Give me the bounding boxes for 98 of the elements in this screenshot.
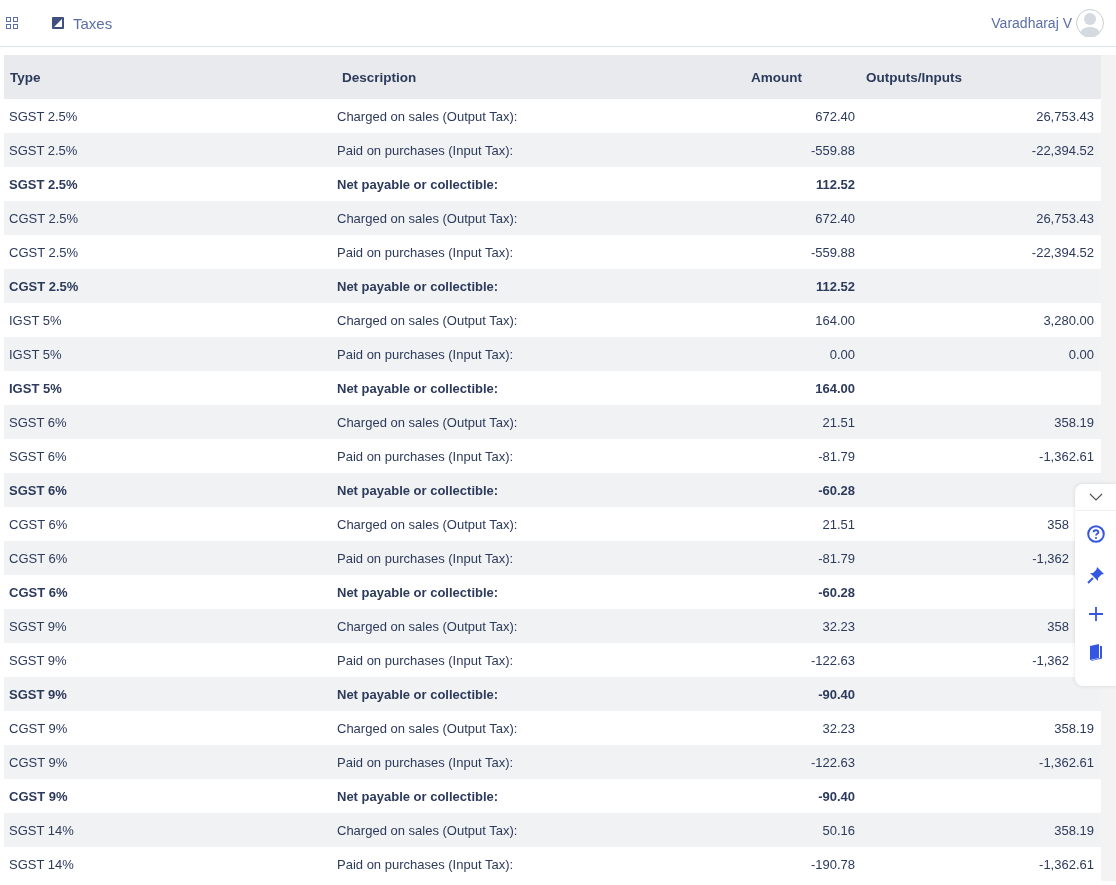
table-cell: Paid on purchases (Input Tax): bbox=[332, 439, 724, 473]
table-cell: Charged on sales (Output Tax): bbox=[332, 711, 724, 745]
table-cell: Paid on purchases (Input Tax): bbox=[332, 847, 724, 881]
table-cell: Net payable or collectible: bbox=[332, 779, 724, 813]
table-cell: -559.88 bbox=[724, 133, 861, 167]
table-cell: Net payable or collectible: bbox=[332, 167, 724, 201]
table-cell: Paid on purchases (Input Tax): bbox=[332, 541, 724, 575]
table-cell: -559.88 bbox=[724, 235, 861, 269]
table-cell: SGST 2.5% bbox=[4, 99, 332, 133]
chevron-down-icon[interactable] bbox=[1088, 493, 1103, 501]
table-cell: 50.16 bbox=[724, 813, 861, 847]
table-cell: -122.63 bbox=[724, 745, 861, 779]
column-header[interactable]: Type bbox=[4, 55, 332, 99]
pin-icon[interactable] bbox=[1086, 566, 1105, 584]
table-cell: SGST 14% bbox=[4, 813, 332, 847]
table-cell: -1,362.61 bbox=[1039, 754, 1094, 770]
help-icon[interactable] bbox=[1086, 525, 1105, 543]
table-cell: 3,280.00 bbox=[1043, 312, 1094, 328]
table-cell: 26,753.43 bbox=[1036, 210, 1094, 226]
table-cell: -81.79 bbox=[724, 439, 861, 473]
table-cell: -190.78 bbox=[724, 847, 861, 881]
table-cell: 21.51 bbox=[724, 507, 861, 541]
table-cell: SGST 9% bbox=[4, 677, 332, 711]
column-header[interactable]: Description bbox=[332, 55, 724, 99]
table-cell: -1,362 bbox=[1032, 652, 1069, 668]
table-cell: SGST 9% bbox=[4, 643, 332, 677]
table-cell: CGST 9% bbox=[4, 711, 332, 745]
table-cell: SGST 14% bbox=[4, 847, 332, 881]
table-cell: 358.19 bbox=[1054, 720, 1094, 736]
table-cell: Paid on purchases (Input Tax): bbox=[332, 235, 724, 269]
table-cell: Paid on purchases (Input Tax): bbox=[332, 745, 724, 779]
report-icon bbox=[52, 17, 64, 29]
table-cell: Net payable or collectible: bbox=[332, 371, 724, 405]
table-cell: Charged on sales (Output Tax): bbox=[332, 609, 724, 643]
table-cell: SGST 9% bbox=[4, 609, 332, 643]
table-cell: 358 bbox=[1047, 516, 1069, 532]
table-cell: -22,394.52 bbox=[1031, 142, 1094, 158]
plus-icon[interactable] bbox=[1088, 607, 1103, 621]
table-cell: 0.00 bbox=[1068, 346, 1094, 362]
table-cell: -81.79 bbox=[724, 541, 861, 575]
page-title: Taxes bbox=[73, 14, 113, 32]
table-cell: CGST 6% bbox=[4, 575, 332, 609]
table-cell: CGST 2.5% bbox=[4, 235, 332, 269]
table-cell: -1,362 bbox=[1032, 550, 1069, 566]
table-cell: Net payable or collectible: bbox=[332, 677, 724, 711]
table-cell: Charged on sales (Output Tax): bbox=[332, 507, 724, 541]
table-cell: SGST 6% bbox=[4, 405, 332, 439]
table-cell: Net payable or collectible: bbox=[332, 575, 724, 609]
apps-grid-icon[interactable] bbox=[6, 17, 18, 29]
table-cell: CGST 2.5% bbox=[4, 201, 332, 235]
column-header[interactable]: Outputs/Inputs bbox=[861, 55, 1101, 99]
table-cell: -90.40 bbox=[724, 779, 861, 813]
table-cell: SGST 2.5% bbox=[4, 167, 332, 201]
table-cell: 0.00 bbox=[724, 337, 861, 371]
table-cell: -1,362.61 bbox=[1039, 448, 1094, 464]
table-cell: Charged on sales (Output Tax): bbox=[332, 201, 724, 235]
table-cell: 112.52 bbox=[724, 167, 861, 201]
table-cell: 26,753.43 bbox=[1036, 108, 1094, 124]
table-cell: 358.19 bbox=[1054, 822, 1094, 838]
table-cell: 358.19 bbox=[1054, 414, 1094, 430]
column-header[interactable]: Amount bbox=[724, 55, 861, 99]
table-cell: IGST 5% bbox=[4, 371, 332, 405]
table-cell: -122.63 bbox=[724, 643, 861, 677]
table-cell: 32.23 bbox=[724, 711, 861, 745]
table-cell: Net payable or collectible: bbox=[332, 269, 724, 303]
table-cell: SGST 6% bbox=[4, 473, 332, 507]
table-cell: -60.28 bbox=[724, 575, 861, 609]
table-cell: Charged on sales (Output Tax): bbox=[332, 813, 724, 847]
book-icon[interactable] bbox=[1087, 644, 1104, 662]
table-cell: Charged on sales (Output Tax): bbox=[332, 99, 724, 133]
table-cell: SGST 6% bbox=[4, 439, 332, 473]
table-cell: -60.28 bbox=[724, 473, 861, 507]
table-cell: Paid on purchases (Input Tax): bbox=[332, 133, 724, 167]
table-cell: CGST 6% bbox=[4, 507, 332, 541]
table-cell: 21.51 bbox=[724, 405, 861, 439]
table-cell: CGST 9% bbox=[4, 745, 332, 779]
table-cell: 672.40 bbox=[724, 99, 861, 133]
table-cell: Paid on purchases (Input Tax): bbox=[332, 643, 724, 677]
table-cell: 672.40 bbox=[724, 201, 861, 235]
user-name[interactable]: Varadharaj V bbox=[991, 15, 1072, 31]
table-cell: IGST 5% bbox=[4, 303, 332, 337]
table-cell: Charged on sales (Output Tax): bbox=[332, 303, 724, 337]
table-cell: Paid on purchases (Input Tax): bbox=[332, 337, 724, 371]
table-cell: 358 bbox=[1047, 618, 1069, 634]
table-cell: CGST 6% bbox=[4, 541, 332, 575]
table-cell: Charged on sales (Output Tax): bbox=[332, 405, 724, 439]
table-cell: 164.00 bbox=[724, 303, 861, 337]
table-cell: Net payable or collectible: bbox=[332, 473, 724, 507]
table-cell: CGST 2.5% bbox=[4, 269, 332, 303]
table-cell: -22,394.52 bbox=[1031, 244, 1094, 260]
table-cell: 112.52 bbox=[724, 269, 861, 303]
table-cell: IGST 5% bbox=[4, 337, 332, 371]
table-cell: CGST 9% bbox=[4, 779, 332, 813]
table-cell: -90.40 bbox=[724, 677, 861, 711]
table-cell: 164.00 bbox=[724, 371, 861, 405]
table-cell: 32.23 bbox=[724, 609, 861, 643]
table-cell: -1,362.61 bbox=[1039, 856, 1094, 872]
table-cell: SGST 2.5% bbox=[4, 133, 332, 167]
